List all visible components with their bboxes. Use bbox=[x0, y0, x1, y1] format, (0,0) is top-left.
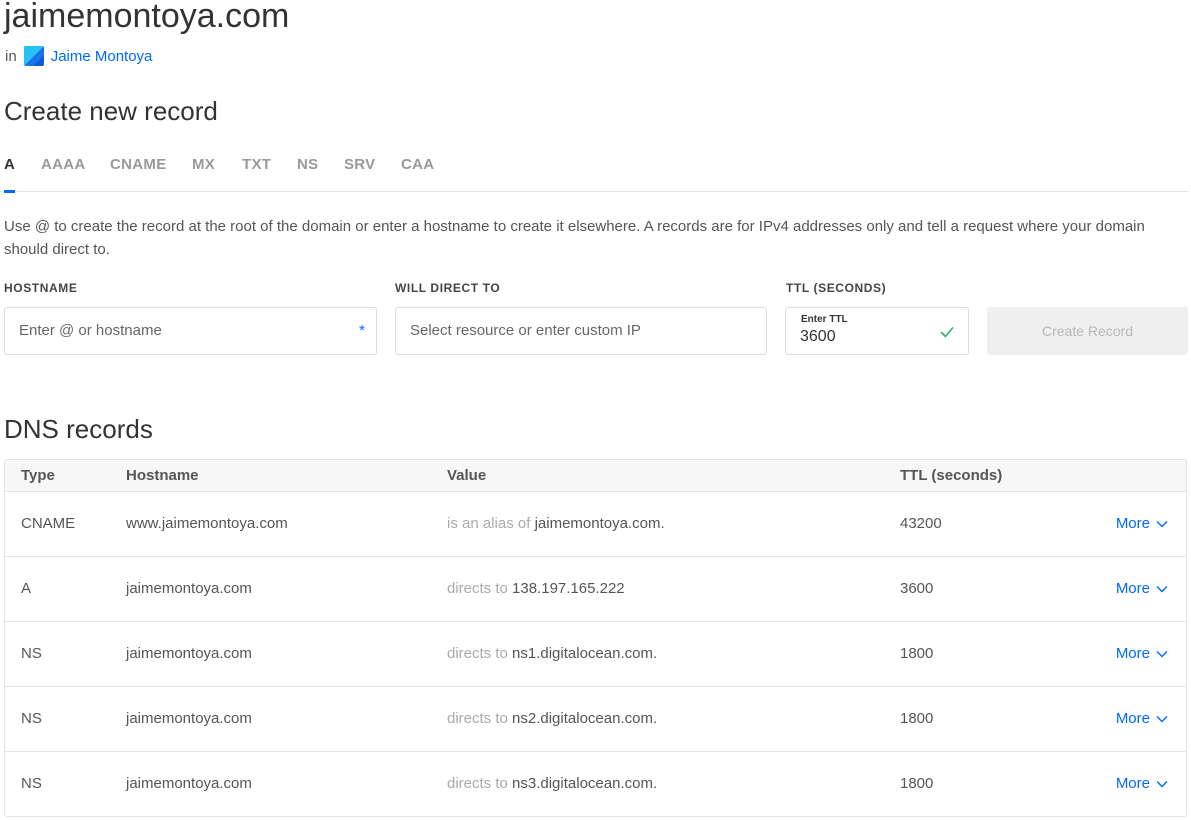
value-target: jaimemontoya.com. bbox=[534, 515, 665, 532]
ttl-mini-label: Enter TTL bbox=[801, 314, 848, 325]
more-button[interactable]: More bbox=[1116, 515, 1168, 532]
value-target: ns3.digitalocean.com. bbox=[512, 775, 658, 792]
value-prefix: directs to bbox=[447, 645, 508, 662]
record-ttl: 1800 bbox=[900, 775, 934, 792]
ttl-input[interactable]: Enter TTL 3600 bbox=[785, 307, 969, 355]
value-prefix: is an alias of bbox=[447, 515, 531, 532]
record-ttl: 3600 bbox=[900, 580, 934, 597]
table-row: A jaimemontoya.com directs to 138.197.16… bbox=[5, 557, 1186, 622]
tab-txt[interactable]: TXT bbox=[242, 156, 271, 192]
record-type: NS bbox=[21, 775, 42, 792]
tab-srv[interactable]: SRV bbox=[344, 156, 375, 192]
more-label: More bbox=[1115, 775, 1150, 792]
record-type: A bbox=[21, 580, 32, 597]
hostname-placeholder: Enter @ or hostname bbox=[19, 322, 162, 339]
table-header: Type Hostname Value TTL (seconds) bbox=[5, 460, 1186, 492]
more-label: More bbox=[1115, 515, 1150, 532]
more-label: More bbox=[1115, 710, 1150, 727]
tab-caa[interactable]: CAA bbox=[401, 156, 434, 192]
record-type: CNAME bbox=[21, 515, 76, 532]
record-value: directs to ns3.digitalocean.com. bbox=[447, 775, 657, 792]
record-type: NS bbox=[21, 645, 42, 662]
table-row: NS jaimemontoya.com directs to ns1.digit… bbox=[5, 622, 1186, 687]
record-type-tabs: A AAAA CNAME MX TXT NS SRV CAA bbox=[0, 150, 1188, 193]
direct-to-placeholder: Select resource or enter custom IP bbox=[410, 322, 641, 339]
value-prefix: directs to bbox=[447, 710, 508, 727]
record-hostname: jaimemontoya.com bbox=[126, 645, 252, 662]
col-type: Type bbox=[21, 467, 55, 484]
create-record-button[interactable]: Create Record bbox=[987, 307, 1188, 355]
more-button[interactable]: More bbox=[1116, 710, 1168, 727]
value-prefix: directs to bbox=[447, 580, 508, 597]
more-label: More bbox=[1115, 645, 1150, 662]
dns-page: jaimemontoya.com in Jaime Montoya Create… bbox=[0, 0, 1191, 820]
chevron-down-icon bbox=[1156, 780, 1168, 787]
hostname-label: HOSTNAME bbox=[4, 281, 78, 295]
more-button[interactable]: More bbox=[1116, 580, 1168, 597]
chevron-down-icon bbox=[1156, 585, 1168, 592]
table-row: NS jaimemontoya.com directs to ns3.digit… bbox=[5, 752, 1186, 816]
record-value: directs to 138.197.165.222 bbox=[447, 580, 625, 597]
tab-aaaa[interactable]: AAAA bbox=[41, 156, 86, 192]
record-value: directs to ns1.digitalocean.com. bbox=[447, 645, 657, 662]
create-record-heading: Create new record bbox=[4, 96, 218, 126]
record-ttl: 1800 bbox=[900, 645, 934, 662]
chevron-down-icon bbox=[1156, 715, 1168, 722]
required-asterisk-icon: * bbox=[359, 322, 365, 339]
record-value: is an alias of jaimemontoya.com. bbox=[447, 515, 665, 532]
col-value: Value bbox=[447, 467, 487, 484]
project-line: in Jaime Montoya bbox=[5, 46, 152, 66]
project-link[interactable]: Jaime Montoya bbox=[51, 48, 153, 65]
tab-ns[interactable]: NS bbox=[297, 156, 318, 192]
tab-a[interactable]: A bbox=[4, 156, 16, 193]
record-ttl: 43200 bbox=[900, 515, 942, 532]
record-help-text: Use @ to create the record at the root o… bbox=[4, 218, 1145, 258]
record-hostname: www.jaimemontoya.com bbox=[126, 515, 288, 532]
record-type: NS bbox=[21, 710, 42, 727]
direct-to-label: WILL DIRECT TO bbox=[395, 281, 501, 295]
dns-records-table: Type Hostname Value TTL (seconds) CNAME … bbox=[4, 459, 1187, 817]
tab-cname[interactable]: CNAME bbox=[110, 156, 167, 192]
more-label: More bbox=[1115, 580, 1150, 597]
record-ttl: 1800 bbox=[900, 710, 934, 727]
record-hostname: jaimemontoya.com bbox=[126, 710, 252, 727]
chevron-down-icon bbox=[1156, 520, 1168, 527]
domain-title: jaimemontoya.com bbox=[4, 0, 290, 35]
hostname-input[interactable]: Enter @ or hostname * bbox=[4, 307, 377, 355]
col-hostname: Hostname bbox=[126, 467, 199, 484]
value-target: ns1.digitalocean.com. bbox=[512, 645, 658, 662]
more-button[interactable]: More bbox=[1116, 645, 1168, 662]
table-row: CNAME www.jaimemontoya.com is an alias o… bbox=[5, 492, 1186, 557]
check-icon bbox=[940, 327, 954, 338]
dns-records-heading: DNS records bbox=[4, 414, 153, 444]
value-target: ns2.digitalocean.com. bbox=[512, 710, 658, 727]
ttl-label: TTL (SECONDS) bbox=[786, 281, 887, 295]
record-hostname: jaimemontoya.com bbox=[126, 775, 252, 792]
more-button[interactable]: More bbox=[1116, 775, 1168, 792]
tab-mx[interactable]: MX bbox=[192, 156, 215, 192]
in-label: in bbox=[5, 47, 17, 65]
record-hostname: jaimemontoya.com bbox=[126, 580, 252, 597]
table-row: NS jaimemontoya.com directs to ns2.digit… bbox=[5, 687, 1186, 752]
ttl-value: 3600 bbox=[800, 328, 836, 345]
value-target: 138.197.165.222 bbox=[512, 580, 625, 597]
col-ttl: TTL (seconds) bbox=[900, 467, 1003, 484]
project-icon bbox=[23, 46, 44, 66]
direct-to-input[interactable]: Select resource or enter custom IP bbox=[395, 307, 767, 355]
value-prefix: directs to bbox=[447, 775, 508, 792]
chevron-down-icon bbox=[1156, 650, 1168, 657]
record-value: directs to ns2.digitalocean.com. bbox=[447, 710, 657, 727]
